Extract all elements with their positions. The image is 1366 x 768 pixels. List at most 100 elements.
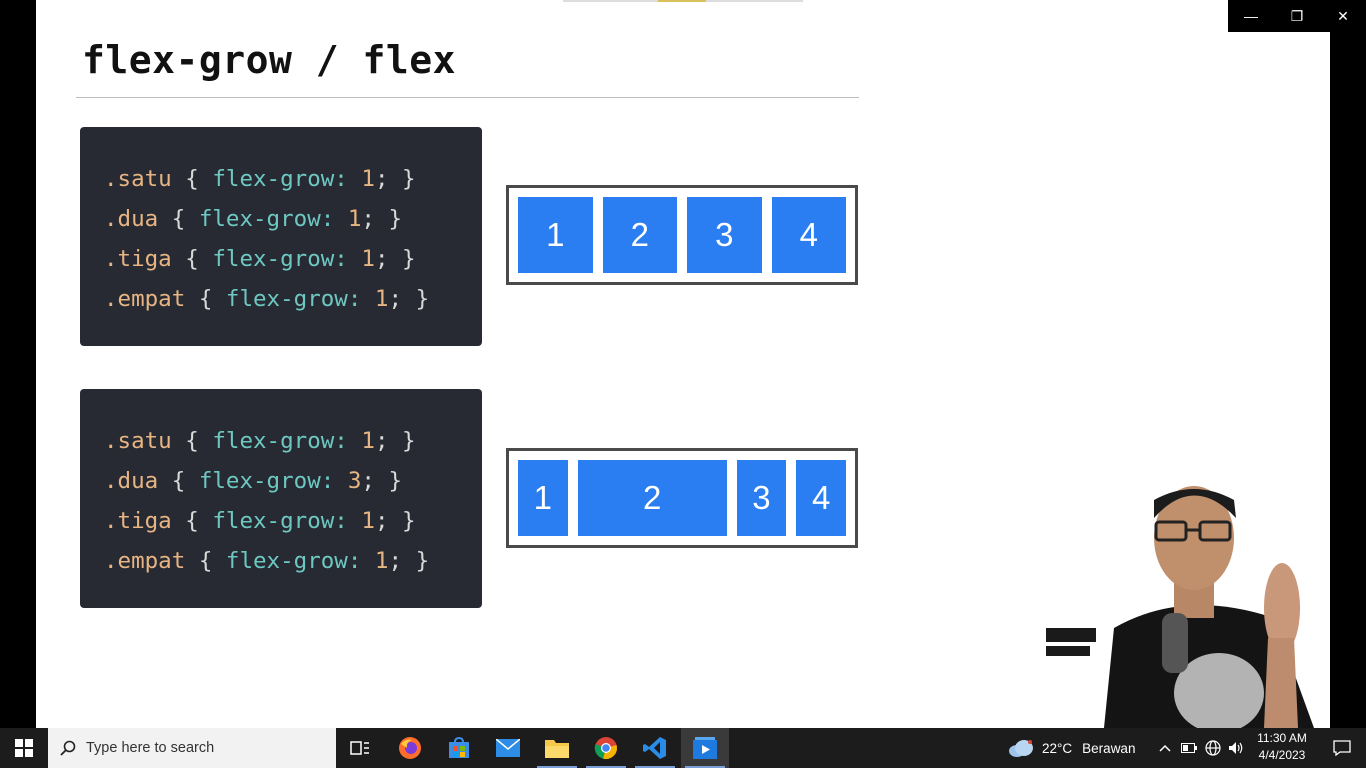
flex-demo-2: 1 2 3 4 [506,448,858,548]
task-view-button[interactable] [336,728,384,768]
flex-item: 4 [771,197,846,273]
search-placeholder: Type here to search [86,740,215,756]
taskbar-clock[interactable]: 11:30 AM 4/4/2023 [1252,730,1312,764]
code-brace: { [158,206,199,232]
code-value: 1 [347,508,375,534]
code-selector: .tiga [104,508,172,534]
weather-desc: Berawan [1082,740,1136,756]
slide-title: flex-grow / flex [82,38,457,82]
code-line: .tiga { flex-grow: 1; } [104,501,482,541]
taskbar-app-file-explorer[interactable] [533,728,581,768]
firefox-icon [399,737,421,759]
notification-center-button[interactable] [1318,728,1366,768]
code-line: .empat { flex-grow: 1; } [104,279,482,319]
code-brace: { [185,548,226,574]
code-property: flex-grow: [212,508,348,534]
network-globe-icon[interactable] [1203,728,1223,768]
flex-item: 1 [518,460,568,536]
start-button[interactable] [0,728,48,768]
weather-widget[interactable]: 22°C Berawan [1008,728,1135,768]
window-controls: — ❐ ✕ [1228,0,1366,32]
store-icon [449,737,469,758]
code-brace: ; } [374,508,416,534]
code-panel-2: .satu { flex-grow: 1; } .dua { flex-grow… [80,389,482,608]
chevron-up-icon[interactable] [1156,728,1174,768]
video-progress-bar[interactable] [563,0,803,2]
code-panel-1: .satu { flex-grow: 1; } .dua { flex-grow… [80,127,482,346]
progress-fill [658,0,706,2]
taskbar-app-mail[interactable] [484,728,532,768]
code-line: .satu { flex-grow: 1; } [104,421,482,461]
code-brace: ; } [374,166,416,192]
code-brace: ; } [361,468,403,494]
code-brace: { [171,166,213,192]
cloud-icon [1009,740,1033,757]
close-button[interactable]: ✕ [1320,0,1366,32]
code-brace: ; } [361,206,403,232]
code-brace: ; } [374,428,416,454]
code-brace: { [158,468,199,494]
screen: flex-grow / flex .satu { flex-grow: 1; }… [0,0,1366,768]
code-selector: .dua [104,468,159,494]
code-property: flex-grow: [212,428,348,454]
flex-demo-1: 1 2 3 4 [506,185,858,285]
code-line: .tiga { flex-grow: 1; } [104,239,482,279]
search-icon [60,740,76,756]
code-line: .dua { flex-grow: 3; } [104,461,482,501]
windows-logo-icon [15,739,33,757]
code-property: flex-grow: [212,246,348,272]
code-brace: ; } [374,246,416,272]
title-divider [76,97,859,98]
code-brace: { [171,246,213,272]
code-value: 1 [347,166,375,192]
taskbar: Type here to search 22°C Berawan 11:30 A… [0,728,1366,768]
code-property: flex-grow: [225,286,362,312]
code-selector: .dua [104,206,159,232]
code-brace: ; } [388,548,430,574]
taskbar-search[interactable]: Type here to search [48,728,336,768]
taskbar-app-video-player[interactable] [681,728,729,768]
video-frame[interactable]: flex-grow / flex .satu { flex-grow: 1; }… [36,0,1330,728]
task-view-icon [350,741,369,755]
code-property: flex-grow: [225,548,362,574]
microphone-icon [1162,613,1188,673]
flex-item: 4 [796,460,846,536]
code-brace: { [171,508,213,534]
video-player-icon [693,737,717,759]
chrome-icon [594,737,617,759]
taskbar-app-chrome[interactable] [582,728,630,768]
code-brace: { [171,428,213,454]
code-value: 1 [334,206,362,232]
code-property: flex-grow: [198,468,335,494]
restore-button[interactable]: ❐ [1274,0,1320,32]
code-selector: .empat [104,286,186,312]
battery-icon[interactable] [1180,728,1198,768]
minimize-button[interactable]: — [1228,0,1274,32]
flex-item: 1 [518,197,593,273]
code-line: .empat { flex-grow: 1; } [104,541,482,581]
mic-arm [1046,628,1096,642]
folder-icon [545,740,569,758]
flex-item: 3 [736,460,787,536]
code-selector: .satu [104,166,172,192]
taskbar-app-store[interactable] [435,728,483,768]
code-value: 3 [334,468,362,494]
flex-item: 2 [602,197,677,273]
presenter-webcam [1044,478,1324,728]
taskbar-app-firefox[interactable] [386,728,434,768]
code-brace: { [185,286,226,312]
code-selector: .empat [104,548,186,574]
code-selector: .satu [104,428,172,454]
code-value: 1 [361,548,389,574]
mail-icon [496,739,520,757]
code-value: 1 [347,246,375,272]
code-value: 1 [361,286,389,312]
weather-temp: 22°C [1042,740,1073,756]
clock-time: 11:30 AM [1257,731,1307,745]
code-value: 1 [347,428,375,454]
taskbar-app-vscode[interactable] [631,728,679,768]
notification-icon [1333,740,1351,756]
vscode-icon [643,737,666,759]
volume-icon[interactable] [1226,728,1246,768]
code-selector: .tiga [104,246,172,272]
